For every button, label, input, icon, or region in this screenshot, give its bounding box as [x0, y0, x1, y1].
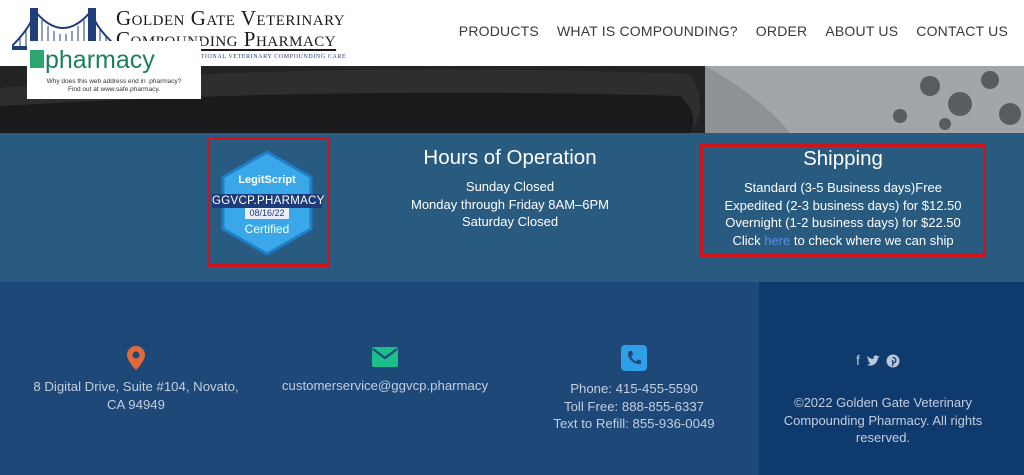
shipping-click-prefix: Click [732, 232, 765, 248]
hours-title: Hours of Operation [423, 146, 597, 169]
hours-line: Saturday Closed [461, 214, 559, 229]
footer-email-link[interactable]: customerservice@ggvcp.pharmacy [262, 377, 508, 395]
shipping-line: Overnight (1-2 business days) for $22.50 [725, 215, 961, 230]
social-links: f [856, 352, 900, 368]
nav-about-us[interactable]: ABOUT US [825, 23, 898, 39]
address-line2: CA 94949 [107, 396, 165, 412]
legitscript-brand: LegitScript [238, 174, 296, 186]
footer-refill[interactable]: Text to Refill: 855-936-0049 [520, 415, 748, 433]
footer-address: 8 Digital Drive, Suite #104, Novato, CA … [20, 378, 252, 413]
nav-contact-us[interactable]: CONTACT US [916, 23, 1008, 39]
legitscript-badge[interactable]: LegitScript GGVCP.PHARMACY 08/16/22 Cert… [212, 150, 324, 256]
copyright-line3: reserved. [855, 430, 911, 445]
hours-line: Sunday Closed [465, 179, 555, 194]
pharmacy-badge-question: Why does this web address end in .pharma… [46, 78, 182, 85]
shipping-line: Standard (3-5 Business days)Free [744, 180, 942, 195]
shipping-click-line: Click here to check where we can ship [700, 232, 986, 250]
pharmacy-badge-link: Find out at www.safe.pharmacy. [67, 86, 160, 93]
pharmacy-badge-word: pharmacy [45, 46, 155, 74]
shipping-list: Standard (3-5 Business days)Free Expedit… [700, 179, 986, 249]
hours-line: Monday through Friday 8AM–6PM [411, 196, 609, 212]
footer-phones: Phone: 415-455-5590 Toll Free: 888-855-6… [520, 380, 748, 433]
phone-icon [621, 345, 647, 371]
copyright-line1: ©2022 Golden Gate Veterinary [794, 395, 972, 410]
shipping-line: Expedited (2-3 business days) for $12.50 [724, 197, 962, 213]
email-icon [372, 347, 398, 367]
legitscript-status: Certified [244, 222, 290, 236]
main-nav: PRODUCTS WHAT IS COMPOUNDING? ORDER ABOU… [459, 23, 1008, 39]
dot-pharmacy-badge[interactable]: pharmacy Why does this web address end i… [27, 41, 201, 99]
shipping-title: Shipping [803, 147, 883, 170]
hours-list: Sunday Closed Monday through Friday 8AM–… [380, 178, 640, 231]
location-pin-icon [127, 346, 145, 370]
shipping-here-link[interactable]: here [764, 233, 790, 248]
nav-what-is-compounding[interactable]: WHAT IS COMPOUNDING? [557, 23, 738, 39]
address-line1: 8 Digital Drive, Suite #104, Novato, [33, 379, 239, 394]
nav-products[interactable]: PRODUCTS [459, 23, 539, 39]
nav-order[interactable]: ORDER [756, 23, 808, 39]
facebook-icon[interactable]: f [856, 352, 860, 368]
pinterest-icon[interactable] [886, 354, 900, 368]
copyright-line2: Compounding Pharmacy. All rights [783, 412, 983, 428]
shipping-click-suffix: to check where we can ship [790, 232, 954, 248]
footer-phone[interactable]: Phone: 415-455-5590 [520, 380, 748, 398]
footer-tollfree[interactable]: Toll Free: 888-855-6337 [520, 398, 748, 416]
legitscript-date: 08/16/22 [245, 208, 289, 219]
twitter-icon[interactable] [866, 354, 880, 368]
legitscript-domain: GGVCP.PHARMACY [212, 194, 325, 208]
footer-copyright: ©2022 Golden Gate Veterinary Compounding… [772, 394, 994, 447]
pharmacy-mark-icon [30, 50, 44, 68]
